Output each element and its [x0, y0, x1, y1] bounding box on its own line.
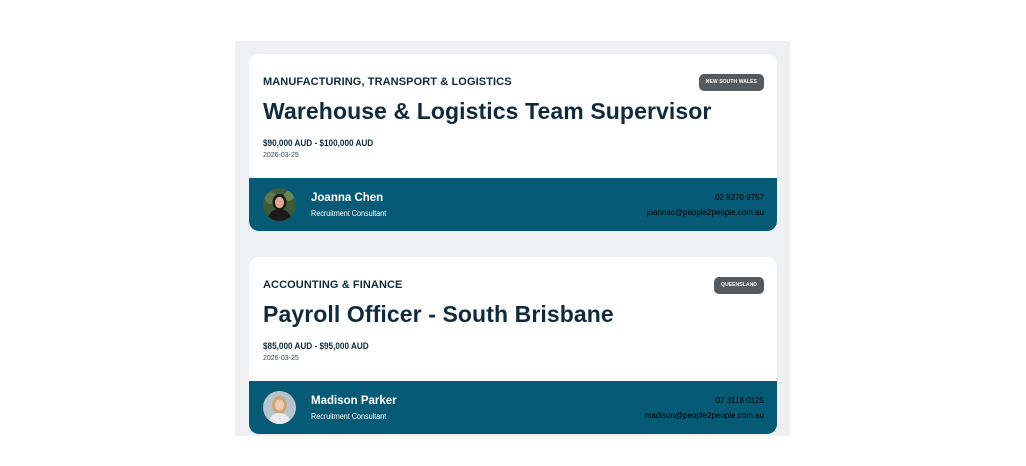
region-badge: QUEENSLAND: [713, 277, 764, 294]
job-card-body[interactable]: MANUFACTURING, TRANSPORT & LOGISTICS NEW…: [249, 54, 777, 178]
person-photo-icon: [263, 188, 296, 221]
consultant-bar: Joanna Chen Recruitment Consultant 02 82…: [249, 178, 777, 231]
job-title-link[interactable]: Payroll Officer - South Brisbane: [263, 301, 614, 328]
consultant-name: Madison Parker: [311, 395, 397, 407]
consultant-name: Joanna Chen: [311, 192, 384, 204]
job-listings-panel: MANUFACTURING, TRANSPORT & LOGISTICS NEW…: [235, 41, 790, 436]
consultant-role: Recruitment Consultant: [311, 412, 387, 421]
job-card-body[interactable]: ACCOUNTING & FINANCE QUEENSLAND Payroll …: [249, 257, 777, 381]
consultant-bar: Madison Parker Recruitment Consultant 07…: [249, 381, 777, 434]
region-badge: NEW SOUTH WALES: [698, 74, 764, 91]
job-card[interactable]: MANUFACTURING, TRANSPORT & LOGISTICS NEW…: [249, 54, 777, 231]
job-card[interactable]: ACCOUNTING & FINANCE QUEENSLAND Payroll …: [249, 257, 777, 434]
consultant-role: Recruitment Consultant: [311, 209, 387, 218]
consultant-avatar: [263, 188, 296, 221]
consultant-phone-link[interactable]: 07 3118 0125: [716, 396, 764, 405]
job-category: ACCOUNTING & FINANCE: [263, 279, 403, 291]
consultant-email-link[interactable]: madison@people2people.com.au: [645, 411, 764, 420]
job-title-link[interactable]: Warehouse & Logistics Team Supervisor: [263, 98, 711, 125]
posted-date: 2026-03-25: [263, 355, 299, 362]
consultant-phone-link[interactable]: 02 8270 9757: [715, 193, 764, 202]
consultant-email-link[interactable]: joannac@people2people.com.au: [647, 208, 764, 217]
person-photo-icon: [263, 391, 296, 424]
salary-range: $85,000 AUD - $95,000 AUD: [263, 341, 369, 352]
salary-range: $90,000 AUD - $100,000 AUD: [263, 138, 374, 149]
consultant-avatar: [263, 391, 296, 424]
posted-date: 2026-03-25: [263, 152, 299, 159]
job-category: MANUFACTURING, TRANSPORT & LOGISTICS: [263, 76, 512, 88]
